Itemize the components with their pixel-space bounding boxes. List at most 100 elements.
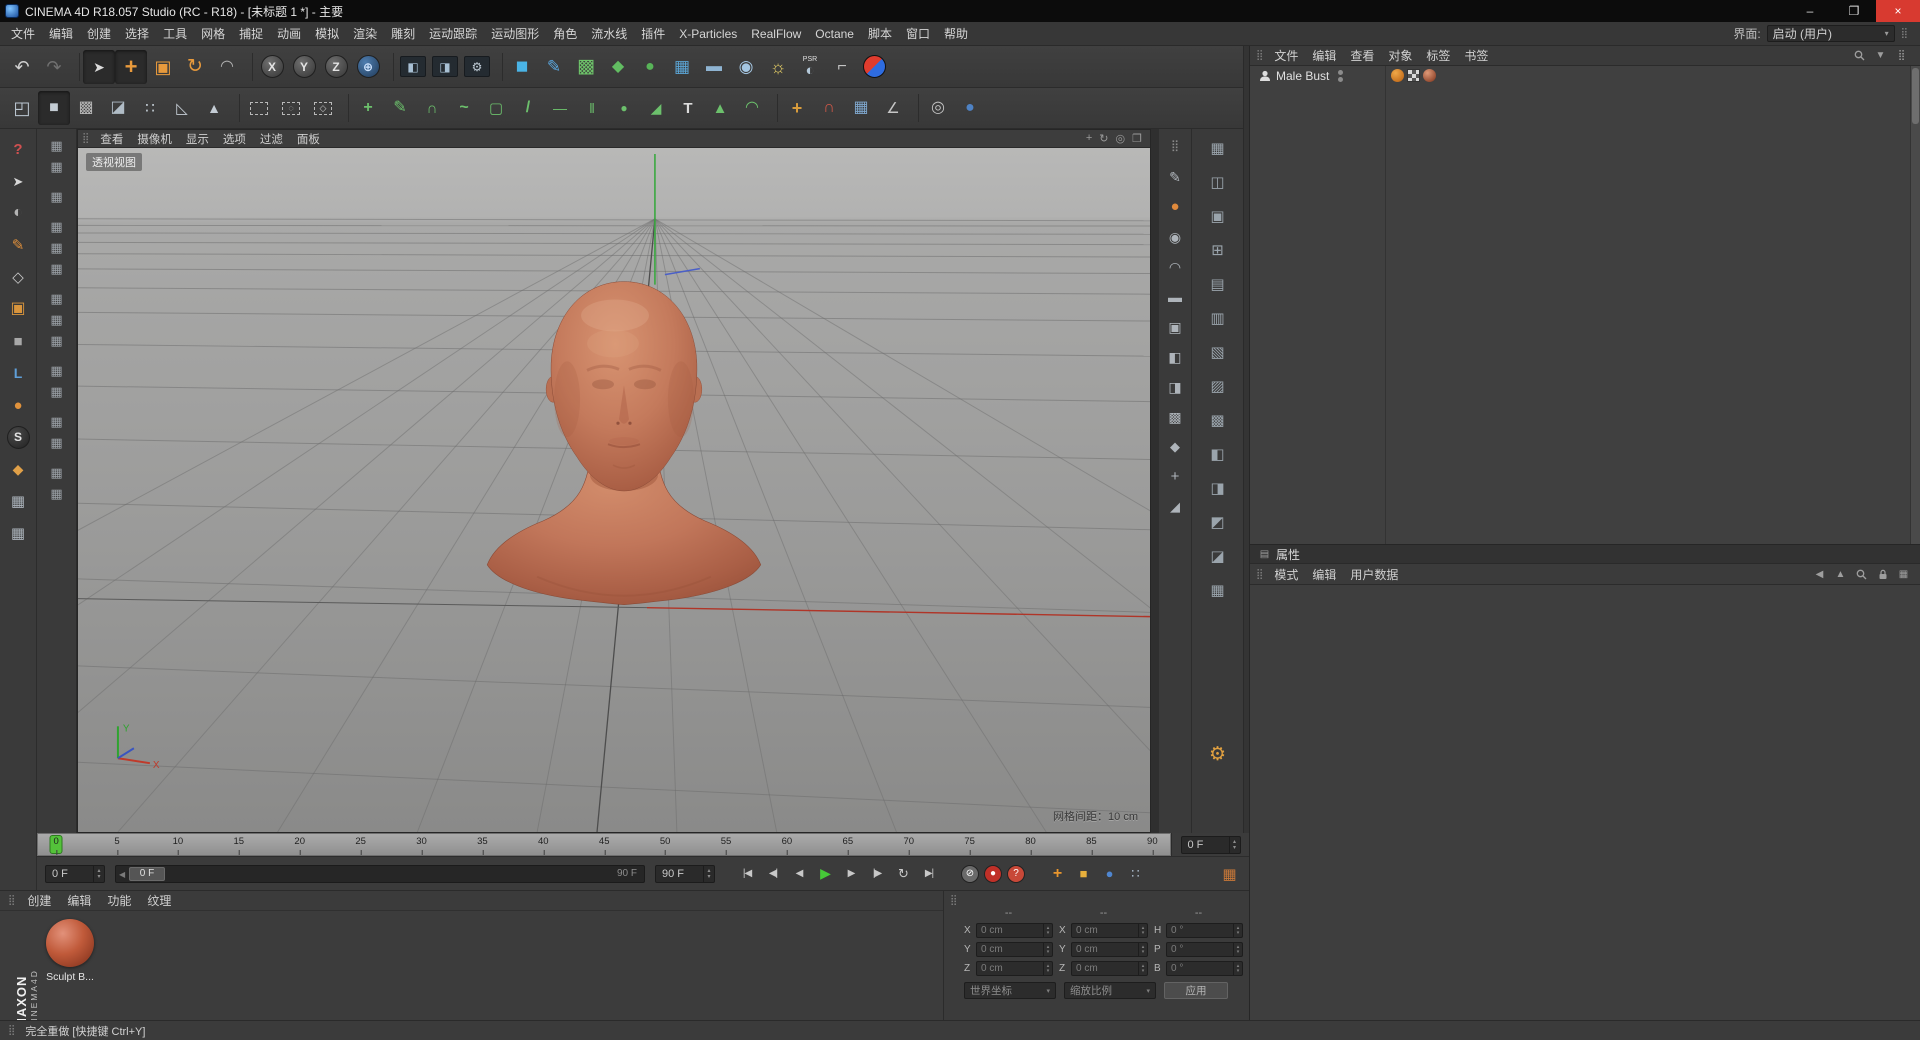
prev-frame-button[interactable]: ◀: [787, 863, 811, 885]
poly-selection-icon[interactable]: ◇: [307, 91, 339, 125]
spline-pen-icon[interactable]: ✎: [538, 50, 570, 84]
draw-tool-icon[interactable]: ✎: [1162, 163, 1189, 190]
current-frame-input[interactable]: 0 F ▴▾: [45, 865, 105, 883]
viewport-menu-item-6[interactable]: 面板: [290, 131, 327, 147]
timeline-frame-input[interactable]: 0 F ▴▾: [1181, 836, 1241, 854]
play-button[interactable]: ▶: [813, 863, 837, 885]
floor-icon[interactable]: ▬: [698, 50, 730, 84]
coord-input-z[interactable]: 0 cm▴▾: [976, 961, 1053, 976]
toggle-view-icon[interactable]: ❐: [1132, 132, 1142, 145]
erase-tool-icon[interactable]: ◨: [1162, 373, 1189, 400]
octane-render-icon[interactable]: [858, 50, 890, 84]
record-scale-button[interactable]: ■: [1071, 863, 1095, 885]
bevel-icon[interactable]: ◢: [640, 91, 672, 125]
minimize-button[interactable]: –: [1788, 0, 1832, 22]
record-keyframe-button[interactable]: ●: [984, 865, 1002, 883]
nav-back-icon[interactable]: ◀: [1813, 568, 1826, 581]
object-manager-menu-item-3[interactable]: 查看: [1343, 47, 1381, 64]
viewport-solo-icon[interactable]: ◎: [922, 91, 954, 125]
record-position-button[interactable]: +: [1045, 863, 1069, 885]
workplane-grid-icon[interactable]: ▦: [845, 91, 877, 125]
settings-gear-icon[interactable]: ⚙: [1199, 739, 1237, 770]
polygon-pen-icon[interactable]: ✎: [384, 91, 416, 125]
stepper-icon[interactable]: ▴▾: [1233, 943, 1242, 956]
menu-item-12[interactable]: 运动跟踪: [422, 25, 484, 42]
layout-preset-icon[interactable]: ▦: [44, 135, 70, 156]
menu-item-3[interactable]: 创建: [80, 25, 118, 42]
search-icon[interactable]: [1855, 568, 1868, 581]
layout-preset-icon[interactable]: ▦: [44, 258, 70, 279]
sculpt-tag-icon[interactable]: [1391, 69, 1404, 82]
attributes-menu-item-3[interactable]: 用户数据: [1343, 566, 1405, 583]
workplane-mode-icon[interactable]: ◪: [102, 91, 134, 125]
stepper-icon[interactable]: ▴▾: [1233, 924, 1242, 937]
coord-input-z[interactable]: 0 cm▴▾: [1071, 961, 1148, 976]
redo-icon[interactable]: ↷: [38, 50, 70, 84]
layout-preset-icon[interactable]: ▦: [44, 360, 70, 381]
camera-icon[interactable]: ◉: [730, 50, 762, 84]
layout-preset-icon[interactable]: ▦: [44, 462, 70, 483]
stepper-icon[interactable]: ▴▾: [1229, 837, 1240, 853]
layout-preset-icon[interactable]: ▦: [44, 381, 70, 402]
object-manager-menu-item-5[interactable]: 标签: [1419, 47, 1457, 64]
next-frame-button[interactable]: ▶: [839, 863, 863, 885]
stepper-icon[interactable]: ▴▾: [1043, 962, 1052, 975]
record-point-level-button[interactable]: ▦: [1217, 863, 1241, 885]
material-tag-icon[interactable]: [1423, 69, 1436, 82]
stamp-tool-icon[interactable]: ▣: [1162, 313, 1189, 340]
generator-icon[interactable]: ◆: [602, 50, 634, 84]
cube-tool-icon[interactable]: ■: [4, 327, 32, 355]
coord-input-x[interactable]: 0 cm▴▾: [1071, 923, 1148, 938]
bridge-icon[interactable]: ∩: [416, 91, 448, 125]
timeline-ruler[interactable]: 051015202530354045505560657075808590: [37, 833, 1171, 856]
no-autokey-button[interactable]: ⊘: [961, 865, 979, 883]
menu-item-6[interactable]: 网格: [194, 25, 232, 42]
select-cursor-icon[interactable]: ➤: [4, 167, 32, 195]
layout-preset-icon[interactable]: ▦: [44, 330, 70, 351]
menu-item-8[interactable]: 动画: [270, 25, 308, 42]
environment-icon[interactable]: PSR◐: [794, 50, 826, 84]
bake-tool-icon[interactable]: ◆: [4, 455, 32, 483]
polygons-mode-icon[interactable]: ▲: [198, 91, 230, 125]
light-icon[interactable]: ☼: [762, 50, 794, 84]
render-settings-icon[interactable]: ⚙: [461, 50, 493, 84]
menu-item-14[interactable]: 角色: [546, 25, 584, 42]
menu-item-7[interactable]: 捕捉: [232, 25, 270, 42]
tool-palette-6-icon[interactable]: ▥: [1199, 303, 1237, 334]
end-frame-input[interactable]: 90 F ▴▾: [655, 865, 715, 883]
plane-cut-icon[interactable]: —: [544, 91, 576, 125]
lock-workplane-icon[interactable]: ●: [954, 91, 986, 125]
menu-item-21[interactable]: 窗口: [899, 25, 937, 42]
points-mode-icon[interactable]: ∷: [134, 91, 166, 125]
goto-end-button[interactable]: ▶|: [917, 863, 941, 885]
menu-item-20[interactable]: 脚本: [861, 25, 899, 42]
stepper-icon[interactable]: ▴▾: [1043, 943, 1052, 956]
last-tool-icon[interactable]: ◠: [211, 50, 243, 84]
tool-palette-10-icon[interactable]: ◧: [1199, 439, 1237, 470]
undo-icon[interactable]: ↶: [6, 50, 38, 84]
primitive-cube-icon[interactable]: ■: [506, 50, 538, 84]
layout-preset-icon[interactable]: ▦: [44, 411, 70, 432]
tool-palette-12-icon[interactable]: ◩: [1199, 507, 1237, 538]
enable-axis-icon[interactable]: +: [781, 91, 813, 125]
lock-x-axis-icon[interactable]: X: [256, 50, 288, 84]
loop-button[interactable]: ↻: [891, 863, 915, 885]
viewport-menu-item-4[interactable]: 选项: [216, 131, 253, 147]
scrape-tool-icon[interactable]: ◢: [1162, 493, 1189, 520]
layout-preset-icon[interactable]: ▦: [44, 309, 70, 330]
slider-left-arrow-icon[interactable]: ◀: [119, 870, 125, 879]
layout-preset-icon[interactable]: ▦: [44, 216, 70, 237]
extrude-icon[interactable]: ▲: [704, 91, 736, 125]
visibility-dots-icon[interactable]: [1338, 70, 1343, 82]
object-manager-menu-item-4[interactable]: 对象: [1381, 47, 1419, 64]
loop-cut-icon[interactable]: ‖: [576, 91, 608, 125]
coord-column-header[interactable]: --: [964, 907, 1053, 921]
lock-z-axis-icon[interactable]: Z: [320, 50, 352, 84]
quantize-icon[interactable]: ∠: [877, 91, 909, 125]
tool-palette-2-icon[interactable]: ◫: [1199, 167, 1237, 198]
sphere-tool-icon[interactable]: ◐: [4, 199, 32, 227]
brush-icon[interactable]: ~: [448, 91, 480, 125]
object-manager-scrollbar[interactable]: [1910, 66, 1920, 544]
weld-icon[interactable]: ●: [608, 91, 640, 125]
next-key-button[interactable]: |▶: [865, 863, 889, 885]
